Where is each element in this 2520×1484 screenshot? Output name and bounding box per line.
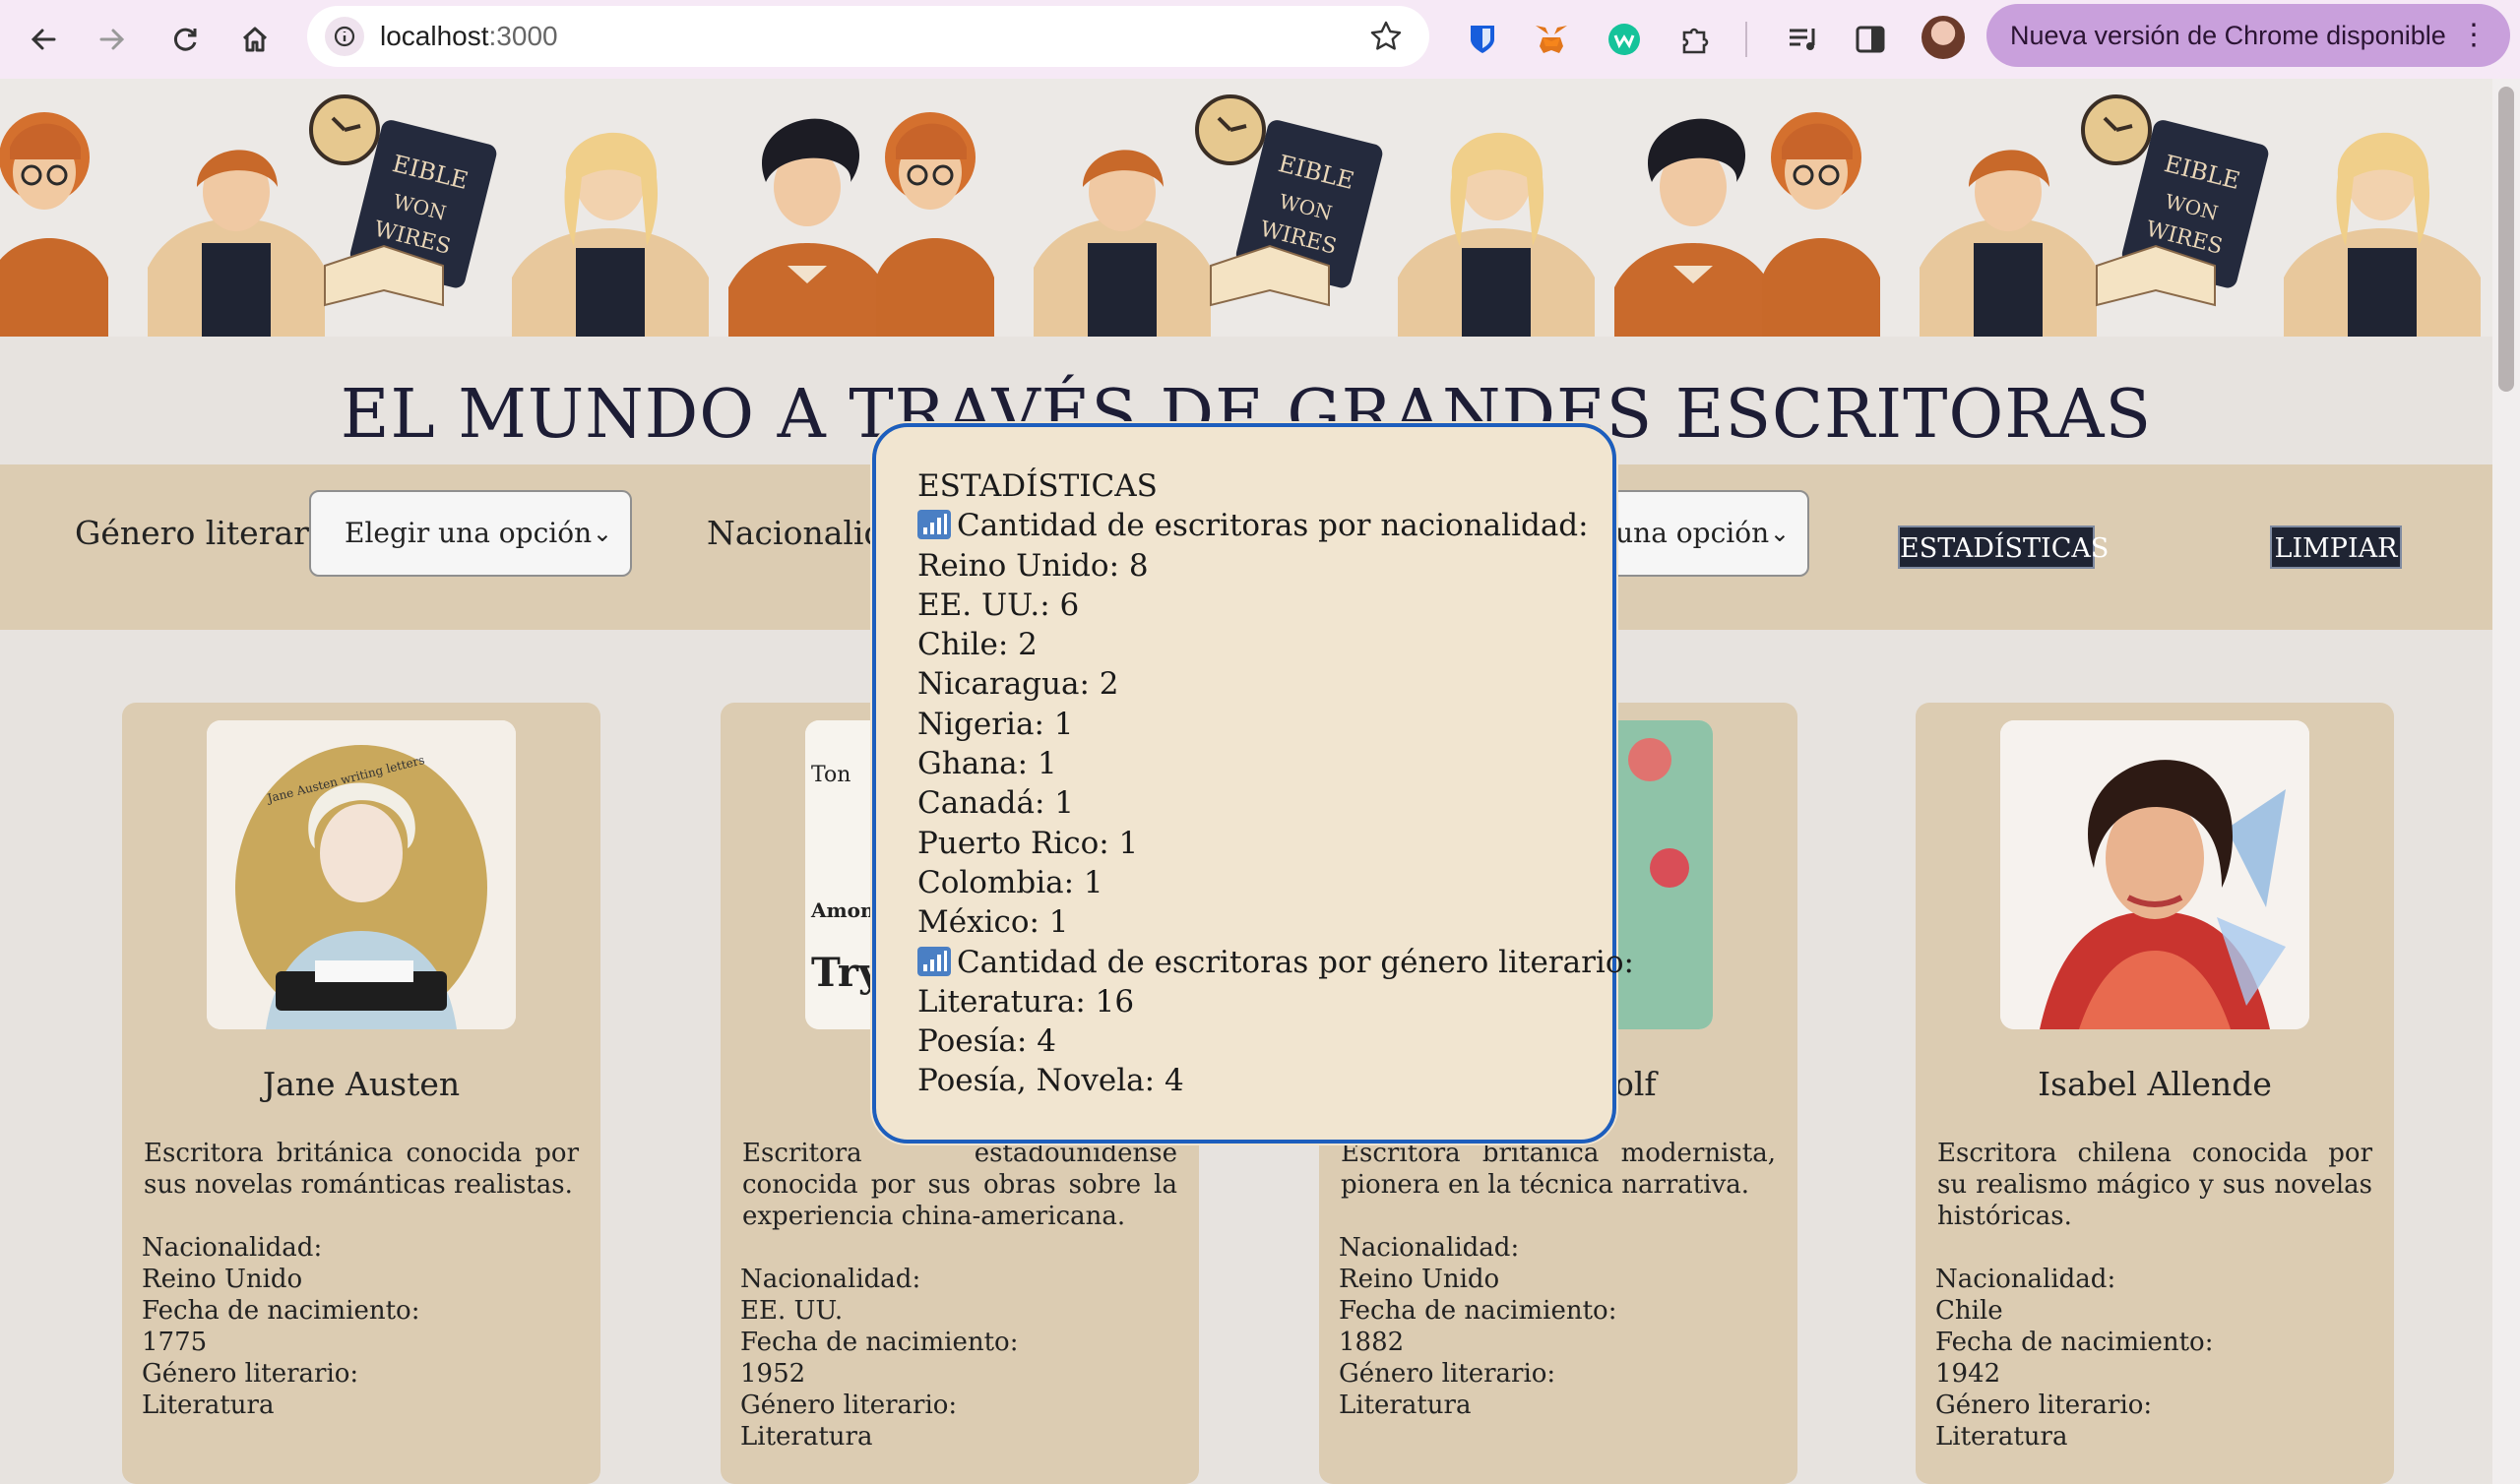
birth-label: Fecha de nacimiento: xyxy=(142,1296,420,1326)
writer-meta: Nacionalidad: Reino Unido Fecha de nacim… xyxy=(1339,1232,1616,1421)
birth-label: Fecha de nacimiento: xyxy=(1935,1328,2214,1357)
nationality-label: Nacionalidad: xyxy=(740,1265,921,1294)
forward-icon[interactable] xyxy=(87,14,138,65)
writer-portrait xyxy=(2000,720,2309,1029)
genre-select[interactable]: Elegir una opción ⌄ xyxy=(309,490,632,577)
nationality-label: Nacionalidad: xyxy=(142,1233,323,1263)
address-bar[interactable]: localhost:3000 xyxy=(307,6,1429,67)
reload-icon[interactable] xyxy=(159,14,211,65)
genre-label: Género literario: xyxy=(142,1359,359,1389)
toolbar-separator xyxy=(1745,22,1747,57)
scrollbar-thumb[interactable] xyxy=(2498,87,2514,392)
genre-label: Género literario: xyxy=(1339,1359,1556,1389)
genre-value: Literatura xyxy=(142,1391,275,1420)
url-text: localhost:3000 xyxy=(380,21,558,51)
writer-card[interactable]: Isabel Allende Escritora chilena conocid… xyxy=(1916,703,2394,1484)
page-scrollbar[interactable] xyxy=(2492,79,2520,1484)
nationality-stat: Canadá: 1 xyxy=(917,785,1074,822)
genre-stats-heading: Cantidad de escritoras por género litera… xyxy=(917,943,1634,982)
nationality-stats-heading: Cantidad de escritoras por nacionalidad: xyxy=(917,506,1634,545)
writer-description: Escritora británica modernista, pionera … xyxy=(1341,1139,1776,1200)
genre-value: Literatura xyxy=(1339,1391,1472,1420)
birth-value: 1952 xyxy=(740,1359,806,1389)
nationality-label: Nacionalidad: xyxy=(1339,1233,1520,1263)
nationality-stat: Nigeria: 1 xyxy=(917,706,1074,742)
browser-toolbar: localhost:3000 Nueva versión de Chrome d… xyxy=(0,0,2520,80)
writer-meta: Nacionalidad: Reino Unido Fecha de nacim… xyxy=(142,1232,419,1421)
bar-chart-icon xyxy=(917,510,951,540)
profile-avatar[interactable] xyxy=(1922,16,1965,59)
svg-text:Ton: Ton xyxy=(811,763,850,787)
nationality-value: Reino Unido xyxy=(1339,1265,1500,1294)
writer-description: Escritora chilena conocida por su realis… xyxy=(1937,1139,2372,1231)
nationality-stat: Chile: 2 xyxy=(917,627,1038,663)
media-queue-icon[interactable] xyxy=(1778,14,1829,65)
extensions-puzzle-icon[interactable] xyxy=(1670,14,1721,65)
nationality-stat: México: 1 xyxy=(917,904,1069,941)
genre-stat: Poesía, Novela: 4 xyxy=(917,1063,1184,1099)
chrome-update-button[interactable]: Nueva versión de Chrome disponible ⋮ xyxy=(1986,4,2510,67)
writer-meta: Nacionalidad: Chile Fecha de nacimiento:… xyxy=(1935,1264,2213,1453)
writer-description: Escritora británica conocida por sus nov… xyxy=(144,1139,579,1200)
genre-label: Género literario: xyxy=(1935,1391,2153,1420)
side-panel-icon[interactable] xyxy=(1845,14,1896,65)
genre-stat: Literatura: 16 xyxy=(917,983,1135,1020)
more-menu-icon[interactable]: ⋮ xyxy=(2459,4,2488,67)
nationality-value: Reino Unido xyxy=(142,1265,303,1294)
statistics-title: ESTADÍSTICAS xyxy=(917,468,1158,504)
nationality-value: EE. UU. xyxy=(740,1296,844,1326)
nationality-label: Nacionalidad: xyxy=(1935,1265,2116,1294)
statistics-button[interactable]: ESTADÍSTICAS xyxy=(1898,526,2109,569)
nationality-stat: EE. UU.: 6 xyxy=(917,587,1080,623)
chevron-down-icon: ⌄ xyxy=(592,520,612,547)
site-info-icon[interactable] xyxy=(325,17,364,56)
bitwarden-extension-icon[interactable] xyxy=(1457,14,1508,65)
genre-value: Literatura xyxy=(740,1422,873,1452)
nationality-stat: Colombia: 1 xyxy=(917,864,1103,900)
birth-label: Fecha de nacimiento: xyxy=(740,1328,1019,1357)
nationality-stat: Nicaragua: 2 xyxy=(917,666,1119,703)
back-icon[interactable] xyxy=(18,14,69,65)
svg-text:Amon: Amon xyxy=(810,898,875,922)
writer-meta: Nacionalidad: EE. UU. Fecha de nacimient… xyxy=(740,1264,1018,1453)
writer-portrait: Jane Austen writing letters xyxy=(207,720,516,1029)
bar-chart-icon xyxy=(917,946,951,976)
chevron-down-icon: ⌄ xyxy=(1769,520,1790,547)
birth-value: 1775 xyxy=(142,1328,208,1357)
nationality-value: Chile xyxy=(1935,1296,2003,1326)
genre-value: Literatura xyxy=(1935,1422,2068,1452)
statistics-modal[interactable]: ESTADÍSTICAS Cantidad de escritoras por … xyxy=(872,423,1634,1144)
home-icon[interactable] xyxy=(229,14,281,65)
header-banner-illustration: EIBLE WON WIRES xyxy=(0,79,2492,337)
metamask-extension-icon[interactable] xyxy=(1526,14,1577,65)
writer-name: Isabel Allende xyxy=(2038,1065,2272,1103)
nationality-stat: Ghana: 1 xyxy=(917,746,1057,782)
clear-button[interactable]: LIMPIAR xyxy=(2270,526,2402,569)
grammarly-extension-icon[interactable] xyxy=(1599,14,1650,65)
birth-value: 1882 xyxy=(1339,1328,1405,1357)
nationality-stat: Puerto Rico: 1 xyxy=(917,825,1139,861)
writer-description: Escritora estadounidense conocida por su… xyxy=(742,1139,1177,1231)
nationality-stat: Reino Unido: 8 xyxy=(917,547,1149,584)
birth-value: 1942 xyxy=(1935,1359,2001,1389)
genre-stat: Poesía: 4 xyxy=(917,1023,1056,1060)
writer-card[interactable]: Jane Austen writing letters Jane Austen … xyxy=(122,703,600,1484)
star-icon[interactable] xyxy=(1368,19,1404,59)
genre-label: Género literario: xyxy=(740,1391,958,1420)
birth-label: Fecha de nacimiento: xyxy=(1339,1296,1617,1326)
writer-name: Jane Austen xyxy=(262,1065,461,1103)
